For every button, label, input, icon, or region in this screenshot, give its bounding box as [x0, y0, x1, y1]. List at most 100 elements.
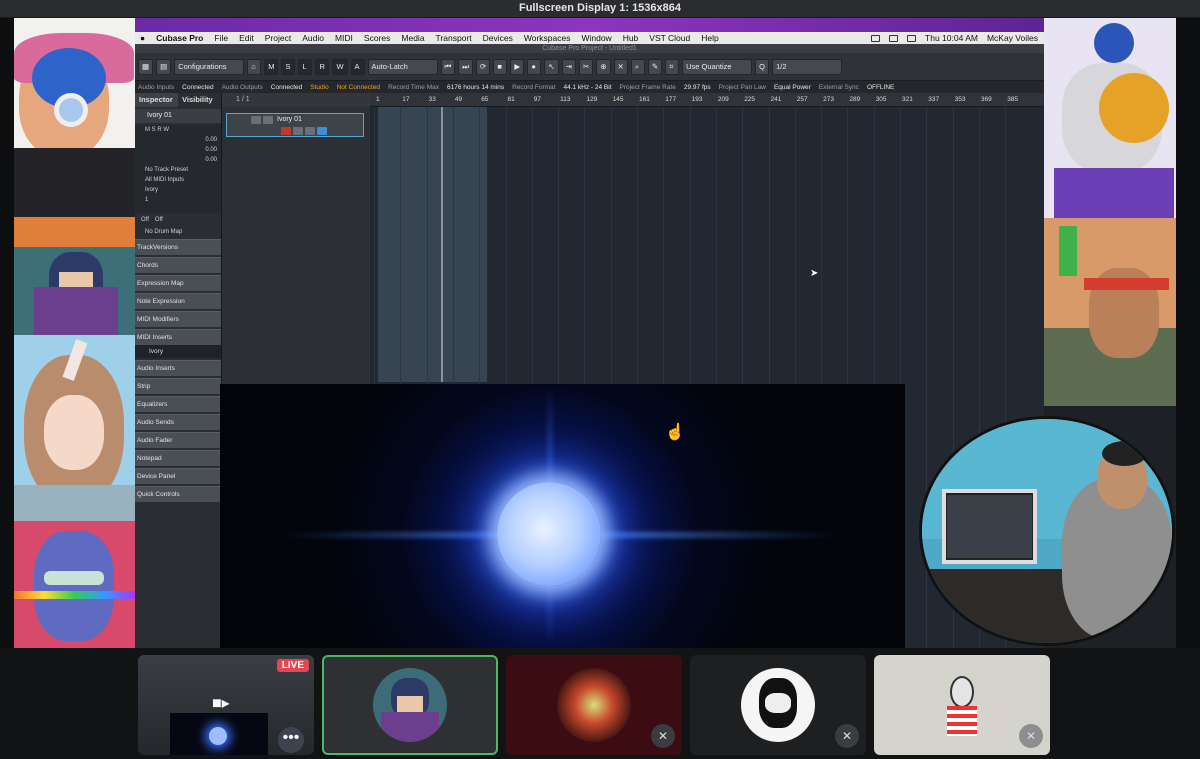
quantize-mode-dropdown[interactable]: Use Quantize [682, 58, 753, 75]
section-expression-map[interactable]: Expression Map [135, 275, 221, 291]
section-midi-inserts[interactable]: MIDI Inserts [135, 329, 221, 345]
quantize-icon[interactable]: Q [755, 58, 770, 75]
solo-all-button[interactable]: S [281, 58, 296, 75]
menubar-clock[interactable]: Thu 10:04 AM [925, 33, 978, 43]
menu-item[interactable]: Project [265, 33, 291, 43]
display-icon[interactable] [871, 34, 881, 42]
read-button[interactable] [305, 127, 315, 135]
section-audio-inserts[interactable]: Audio Inserts [135, 360, 221, 376]
menu-item[interactable]: Workspaces [524, 33, 571, 43]
draw-tool-icon[interactable]: ✎ [647, 58, 663, 75]
menubar-user[interactable]: McKay Voiles [987, 33, 1038, 43]
stop-button[interactable]: ■ [493, 58, 508, 75]
program-select[interactable]: Off [155, 215, 163, 225]
menu-item[interactable]: Scores [364, 33, 390, 43]
section-chords[interactable]: Chords [135, 257, 221, 273]
section-audio-sends[interactable]: Audio Sends [135, 414, 221, 430]
menu-item[interactable]: Audio [302, 33, 324, 43]
pan-value[interactable]: 0.00 [135, 145, 221, 155]
drum-map[interactable]: No Drum Map [135, 227, 221, 237]
grid-view-icon[interactable]: ▦ [138, 58, 154, 75]
section-midi-modifiers[interactable]: MIDI Modifiers [135, 311, 221, 327]
project-cursor[interactable] [441, 107, 443, 382]
menu-item[interactable]: Window [581, 33, 611, 43]
quantize-value-dropdown[interactable]: 1/2 [772, 58, 843, 75]
more-options-icon[interactable]: ••• [278, 727, 304, 753]
cycle-range[interactable] [378, 107, 487, 382]
rewind-icon[interactable]: ⏮ [440, 58, 456, 75]
record-enable-button[interactable] [281, 127, 291, 135]
cycle-icon[interactable]: ⟳ [476, 58, 491, 75]
volume-value[interactable]: 0.00 [135, 135, 221, 145]
midi-channel[interactable]: 1 [135, 195, 221, 205]
mute-button[interactable] [251, 116, 261, 124]
section-strip[interactable]: Strip [135, 378, 221, 394]
home-icon[interactable]: ⌂ [247, 58, 262, 75]
solo-button[interactable] [263, 116, 273, 124]
menu-item[interactable]: Transport [436, 33, 472, 43]
section-device-panel[interactable]: Device Panel [135, 468, 221, 484]
camera-icon[interactable]: ■▸ [212, 693, 230, 713]
glue-tool-icon[interactable]: ⊕ [596, 58, 611, 75]
ruler-tick-label: 145 [612, 96, 624, 103]
tab-inspector[interactable]: Inspector [135, 93, 178, 107]
section-notepad[interactable]: Notepad [135, 450, 221, 466]
zoom-tool-icon[interactable]: ⌕ [630, 58, 645, 75]
write-all-button[interactable]: W [332, 58, 348, 75]
participant-tile-bunny[interactable]: ✕ [874, 655, 1050, 755]
automation-mode-dropdown[interactable]: Auto-Latch [367, 58, 438, 75]
menu-item[interactable]: Edit [239, 33, 254, 43]
menu-app-name[interactable]: Cubase Pro [156, 33, 203, 43]
inspector-channel-controls: M S R W 0.00 0.00 0.00 No Track Preset A… [135, 125, 221, 213]
track-row[interactable]: Ivory 01 [226, 113, 364, 137]
status-value: Connected [270, 83, 303, 91]
menu-item[interactable]: Hub [623, 33, 639, 43]
menu-item[interactable]: File [214, 33, 228, 43]
apple-icon[interactable]: ● [140, 33, 145, 43]
mute-all-button[interactable]: M [264, 58, 279, 75]
split-tool-icon[interactable]: ✂ [578, 58, 594, 75]
menu-item[interactable]: Devices [483, 33, 513, 43]
bank-select[interactable]: Off [141, 215, 149, 225]
record-button[interactable]: ● [527, 58, 542, 75]
section-note-expression[interactable]: Note Expression [135, 293, 221, 309]
delay-value[interactable]: 0.00 [135, 155, 221, 165]
participant-avatar [925, 668, 999, 742]
section-quick-controls[interactable]: Quick Controls [135, 486, 221, 502]
monitor-button[interactable] [293, 127, 303, 135]
tab-visibility[interactable]: Visibility [178, 93, 221, 107]
erase-tool-icon[interactable]: ✕ [613, 58, 628, 75]
snap-icon[interactable]: ⌗ [665, 58, 680, 75]
track-buttons-row[interactable]: M S R W [135, 125, 221, 135]
track-name[interactable]: Ivory 01 [277, 116, 302, 123]
inspector-track-name[interactable]: Ivory 01 [135, 109, 221, 123]
midi-input[interactable]: All MIDI Inputs [135, 175, 221, 185]
edit-instrument-button[interactable] [317, 127, 327, 135]
listen-all-button[interactable]: L [298, 58, 313, 75]
read-all-button[interactable]: R [315, 58, 330, 75]
section-trackversions[interactable]: TrackVersions [135, 239, 221, 255]
menu-item[interactable]: Help [701, 33, 718, 43]
select-tool-icon[interactable]: ↖ [544, 58, 559, 75]
range-tool-icon[interactable]: ⇥ [561, 58, 576, 75]
participant-tile-ape[interactable]: ✕ [690, 655, 866, 755]
menu-item[interactable]: MIDI [335, 33, 353, 43]
automation-mode-icon[interactable]: A [350, 58, 365, 75]
timeline-ruler[interactable]: 1 17 33 49 65 81 97 113 129 145 161 177 193 209 225 241… [370, 93, 1044, 107]
participant-tile-nebula[interactable]: ✕ [506, 655, 682, 755]
forward-icon[interactable]: ⏭ [458, 58, 474, 75]
section-audio-fader[interactable]: Audio Fader [135, 432, 221, 448]
play-button[interactable]: ▶ [510, 58, 525, 75]
participant-tile-active[interactable] [322, 655, 498, 755]
menu-item[interactable]: VST Cloud [649, 33, 690, 43]
panel-toggle-icon[interactable]: ▤ [156, 58, 172, 75]
menu-item[interactable]: Media [401, 33, 424, 43]
configurations-dropdown[interactable]: Configurations [174, 58, 245, 75]
insert-slot[interactable]: Ivory [135, 345, 221, 358]
battery-icon[interactable] [889, 34, 899, 42]
wifi-icon[interactable] [907, 34, 917, 42]
track-preset[interactable]: No Track Preset [135, 165, 221, 175]
section-equalizers[interactable]: Equalizers [135, 396, 221, 412]
participant-tile-screen[interactable]: LIVE ■▸ ••• [138, 655, 314, 755]
instrument-output[interactable]: Ivory [135, 185, 221, 195]
